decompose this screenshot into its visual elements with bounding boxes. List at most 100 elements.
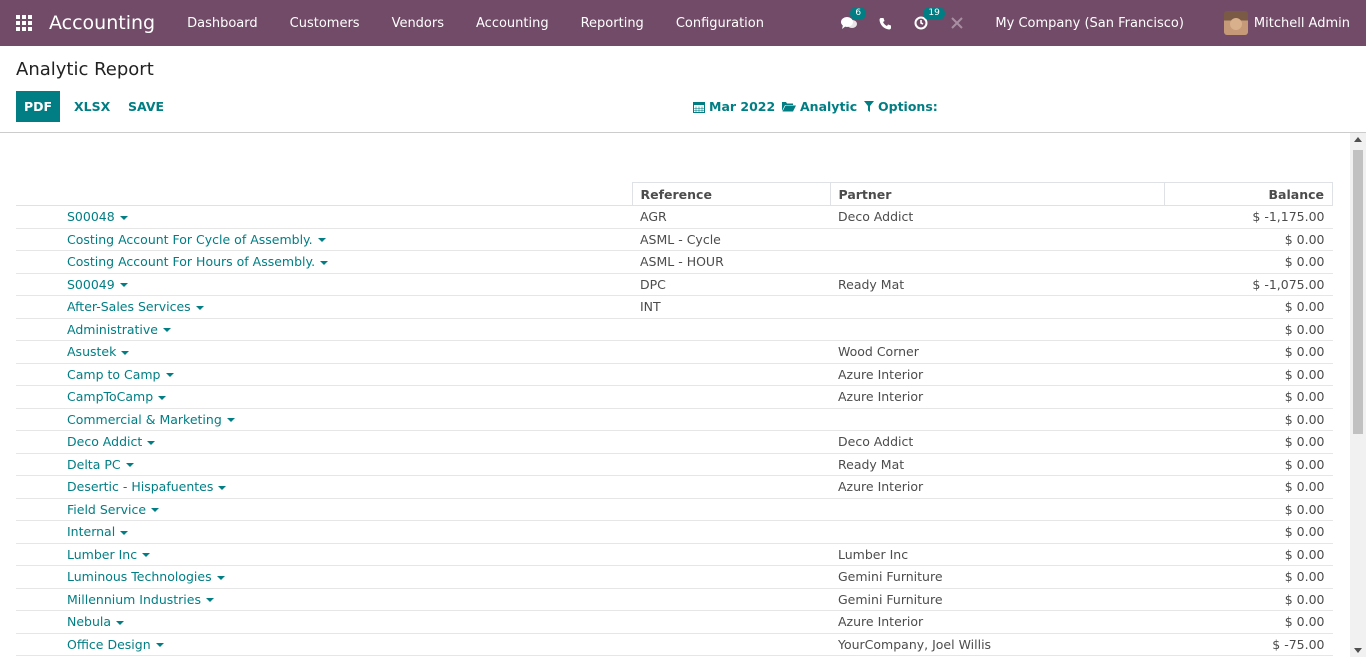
table-row: CampToCamp Azure Interior $ 0.00 (16, 385, 1333, 409)
caret-down-icon[interactable] (116, 620, 125, 625)
pdf-button[interactable]: PDF (16, 91, 60, 122)
table-row: Deco Addict Deco Addict $ 0.00 (16, 430, 1333, 454)
account-name-label: S00049 (67, 276, 115, 292)
analytic-account-name[interactable]: Internal (16, 520, 632, 544)
xlsx-button[interactable]: XLSX (74, 91, 110, 122)
analytic-account-name[interactable]: S00048 (16, 205, 632, 229)
analytic-account-name[interactable]: Luminous Technologies (16, 565, 632, 589)
analytic-account-name[interactable]: Lumber Inc (16, 543, 632, 566)
phone-button[interactable] (879, 17, 892, 30)
analytic-account-name[interactable]: Commercial & Marketing (16, 408, 632, 431)
partner-cell: Deco Addict (830, 205, 1164, 229)
caret-down-icon[interactable] (142, 553, 151, 558)
menu-customers[interactable]: Customers (274, 16, 376, 31)
caret-down-icon[interactable] (119, 215, 128, 220)
partner-cell: Deco Addict (830, 430, 1164, 454)
analytic-account-name[interactable]: S00049 (16, 273, 632, 296)
apps-menu-icon[interactable] (16, 15, 32, 31)
analytic-report-table: Reference Partner Balance S00048 AGR Deco … (16, 182, 1333, 656)
caret-down-icon[interactable] (205, 598, 214, 603)
systray: 6 19 My Company (San Francisco) Mitchell… (830, 0, 1366, 46)
report-content: Reference Partner Balance S00048 AGR Deco … (0, 133, 1350, 657)
caret-down-icon[interactable] (125, 463, 134, 468)
table-row: Delta PC Ready Mat $ 0.00 (16, 453, 1333, 476)
company-switcher[interactable]: My Company (San Francisco) (995, 16, 1183, 31)
analytic-account-name[interactable]: Millennium Industries (16, 588, 632, 611)
partner-cell (830, 408, 1164, 431)
account-name-label: Internal (67, 524, 116, 540)
partner-cell: Azure Interior (830, 610, 1164, 634)
partner-cell: Ready Mat (830, 453, 1164, 476)
activities-button[interactable]: 19 (914, 7, 945, 30)
analytic-account-name[interactable]: Costing Account For Cycle of Assembly. (16, 228, 632, 251)
analytic-account-name[interactable]: Delta PC (16, 453, 632, 476)
tools-button[interactable] (950, 16, 964, 30)
account-name-label: Costing Account For Hours of Assembly. (67, 254, 316, 270)
balance-cell: $ 0.00 (1164, 295, 1333, 319)
menu-accounting[interactable]: Accounting (460, 16, 565, 31)
table-row: After-Sales Services INT $ 0.00 (16, 295, 1333, 319)
caret-down-icon[interactable] (163, 328, 171, 333)
options-filter[interactable]: Options: (864, 91, 938, 122)
analytic-account-name[interactable]: Asustek (16, 340, 632, 364)
partner-cell: Azure Interior (830, 385, 1164, 409)
app-brand[interactable]: Accounting (49, 12, 155, 34)
phone-icon (879, 17, 892, 29)
save-button[interactable]: SAVE (128, 91, 164, 122)
caret-down-icon[interactable] (226, 418, 235, 423)
analytic-account-name[interactable]: Nebula (16, 610, 632, 634)
analytic-account-name[interactable]: Office Design (16, 633, 632, 656)
analytic-account-name[interactable]: Camp to Camp (16, 363, 632, 386)
caret-down-icon[interactable] (120, 530, 129, 535)
table-row: Costing Account For Cycle of Assembly. AS… (16, 228, 1333, 251)
reference-cell: ASML - Cycle (632, 228, 830, 251)
analytic-filter[interactable]: Analytic (782, 91, 857, 122)
caret-down-icon[interactable] (119, 283, 128, 288)
account-name-label: Delta PC (67, 456, 121, 472)
analytic-account-name[interactable]: Deco Addict (16, 430, 632, 454)
user-menu[interactable]: Mitchell Admin (1223, 11, 1350, 35)
table-header-row: Reference Partner Balance (16, 182, 1333, 206)
menu-reporting[interactable]: Reporting (565, 16, 660, 31)
reference-cell: AGR (632, 205, 830, 229)
caret-down-icon[interactable] (320, 260, 329, 265)
reference-cell (632, 430, 830, 454)
caret-down-icon[interactable] (155, 643, 164, 648)
account-name-label: Office Design (67, 636, 151, 652)
scroll-down-arrow-icon[interactable] (1354, 648, 1362, 653)
analytic-account-name[interactable]: Administrative (16, 318, 632, 341)
scroll-up-arrow-icon[interactable] (1354, 137, 1362, 142)
caret-down-icon[interactable] (151, 508, 160, 513)
caret-down-icon[interactable] (218, 485, 227, 490)
account-name-label: Luminous Technologies (67, 569, 212, 585)
caret-down-icon[interactable] (317, 238, 326, 243)
folder-open-icon (782, 102, 796, 112)
menu-dashboard[interactable]: Dashboard (171, 16, 274, 31)
partner-cell (830, 295, 1164, 319)
table-row: Internal $ 0.00 (16, 520, 1333, 544)
menu-configuration[interactable]: Configuration (660, 16, 780, 31)
vertical-scrollbar[interactable] (1350, 133, 1366, 657)
caret-down-icon[interactable] (158, 395, 167, 400)
caret-down-icon[interactable] (216, 575, 225, 580)
caret-down-icon[interactable] (121, 350, 130, 355)
table-row: Camp to Camp Azure Interior $ 0.00 (16, 363, 1333, 386)
analytic-account-name[interactable]: Desertic - Hispafuentes (16, 475, 632, 499)
analytic-account-name[interactable]: CampToCamp (16, 385, 632, 409)
menu-vendors[interactable]: Vendors (376, 16, 460, 31)
analytic-filter-label: Analytic (800, 99, 858, 114)
table-row: Millennium Industries Gemini Furniture $ 0… (16, 588, 1333, 611)
table-row: S00048 AGR Deco Addict $ -1,175.00 (16, 205, 1333, 229)
caret-down-icon[interactable] (195, 305, 204, 310)
analytic-account-name[interactable]: After-Sales Services (16, 295, 632, 319)
account-name-label: S00048 (67, 209, 115, 225)
partner-cell (830, 498, 1164, 521)
messages-button[interactable]: 6 (841, 7, 867, 30)
scroll-thumb[interactable] (1353, 150, 1363, 434)
analytic-account-name[interactable]: Field Service (16, 498, 632, 521)
date-filter[interactable]: Mar 2022 (693, 91, 775, 122)
caret-down-icon[interactable] (165, 373, 174, 378)
caret-down-icon[interactable] (147, 440, 156, 445)
analytic-account-name[interactable]: Costing Account For Hours of Assembly. (16, 250, 632, 274)
account-name-label: Millennium Industries (67, 591, 201, 607)
